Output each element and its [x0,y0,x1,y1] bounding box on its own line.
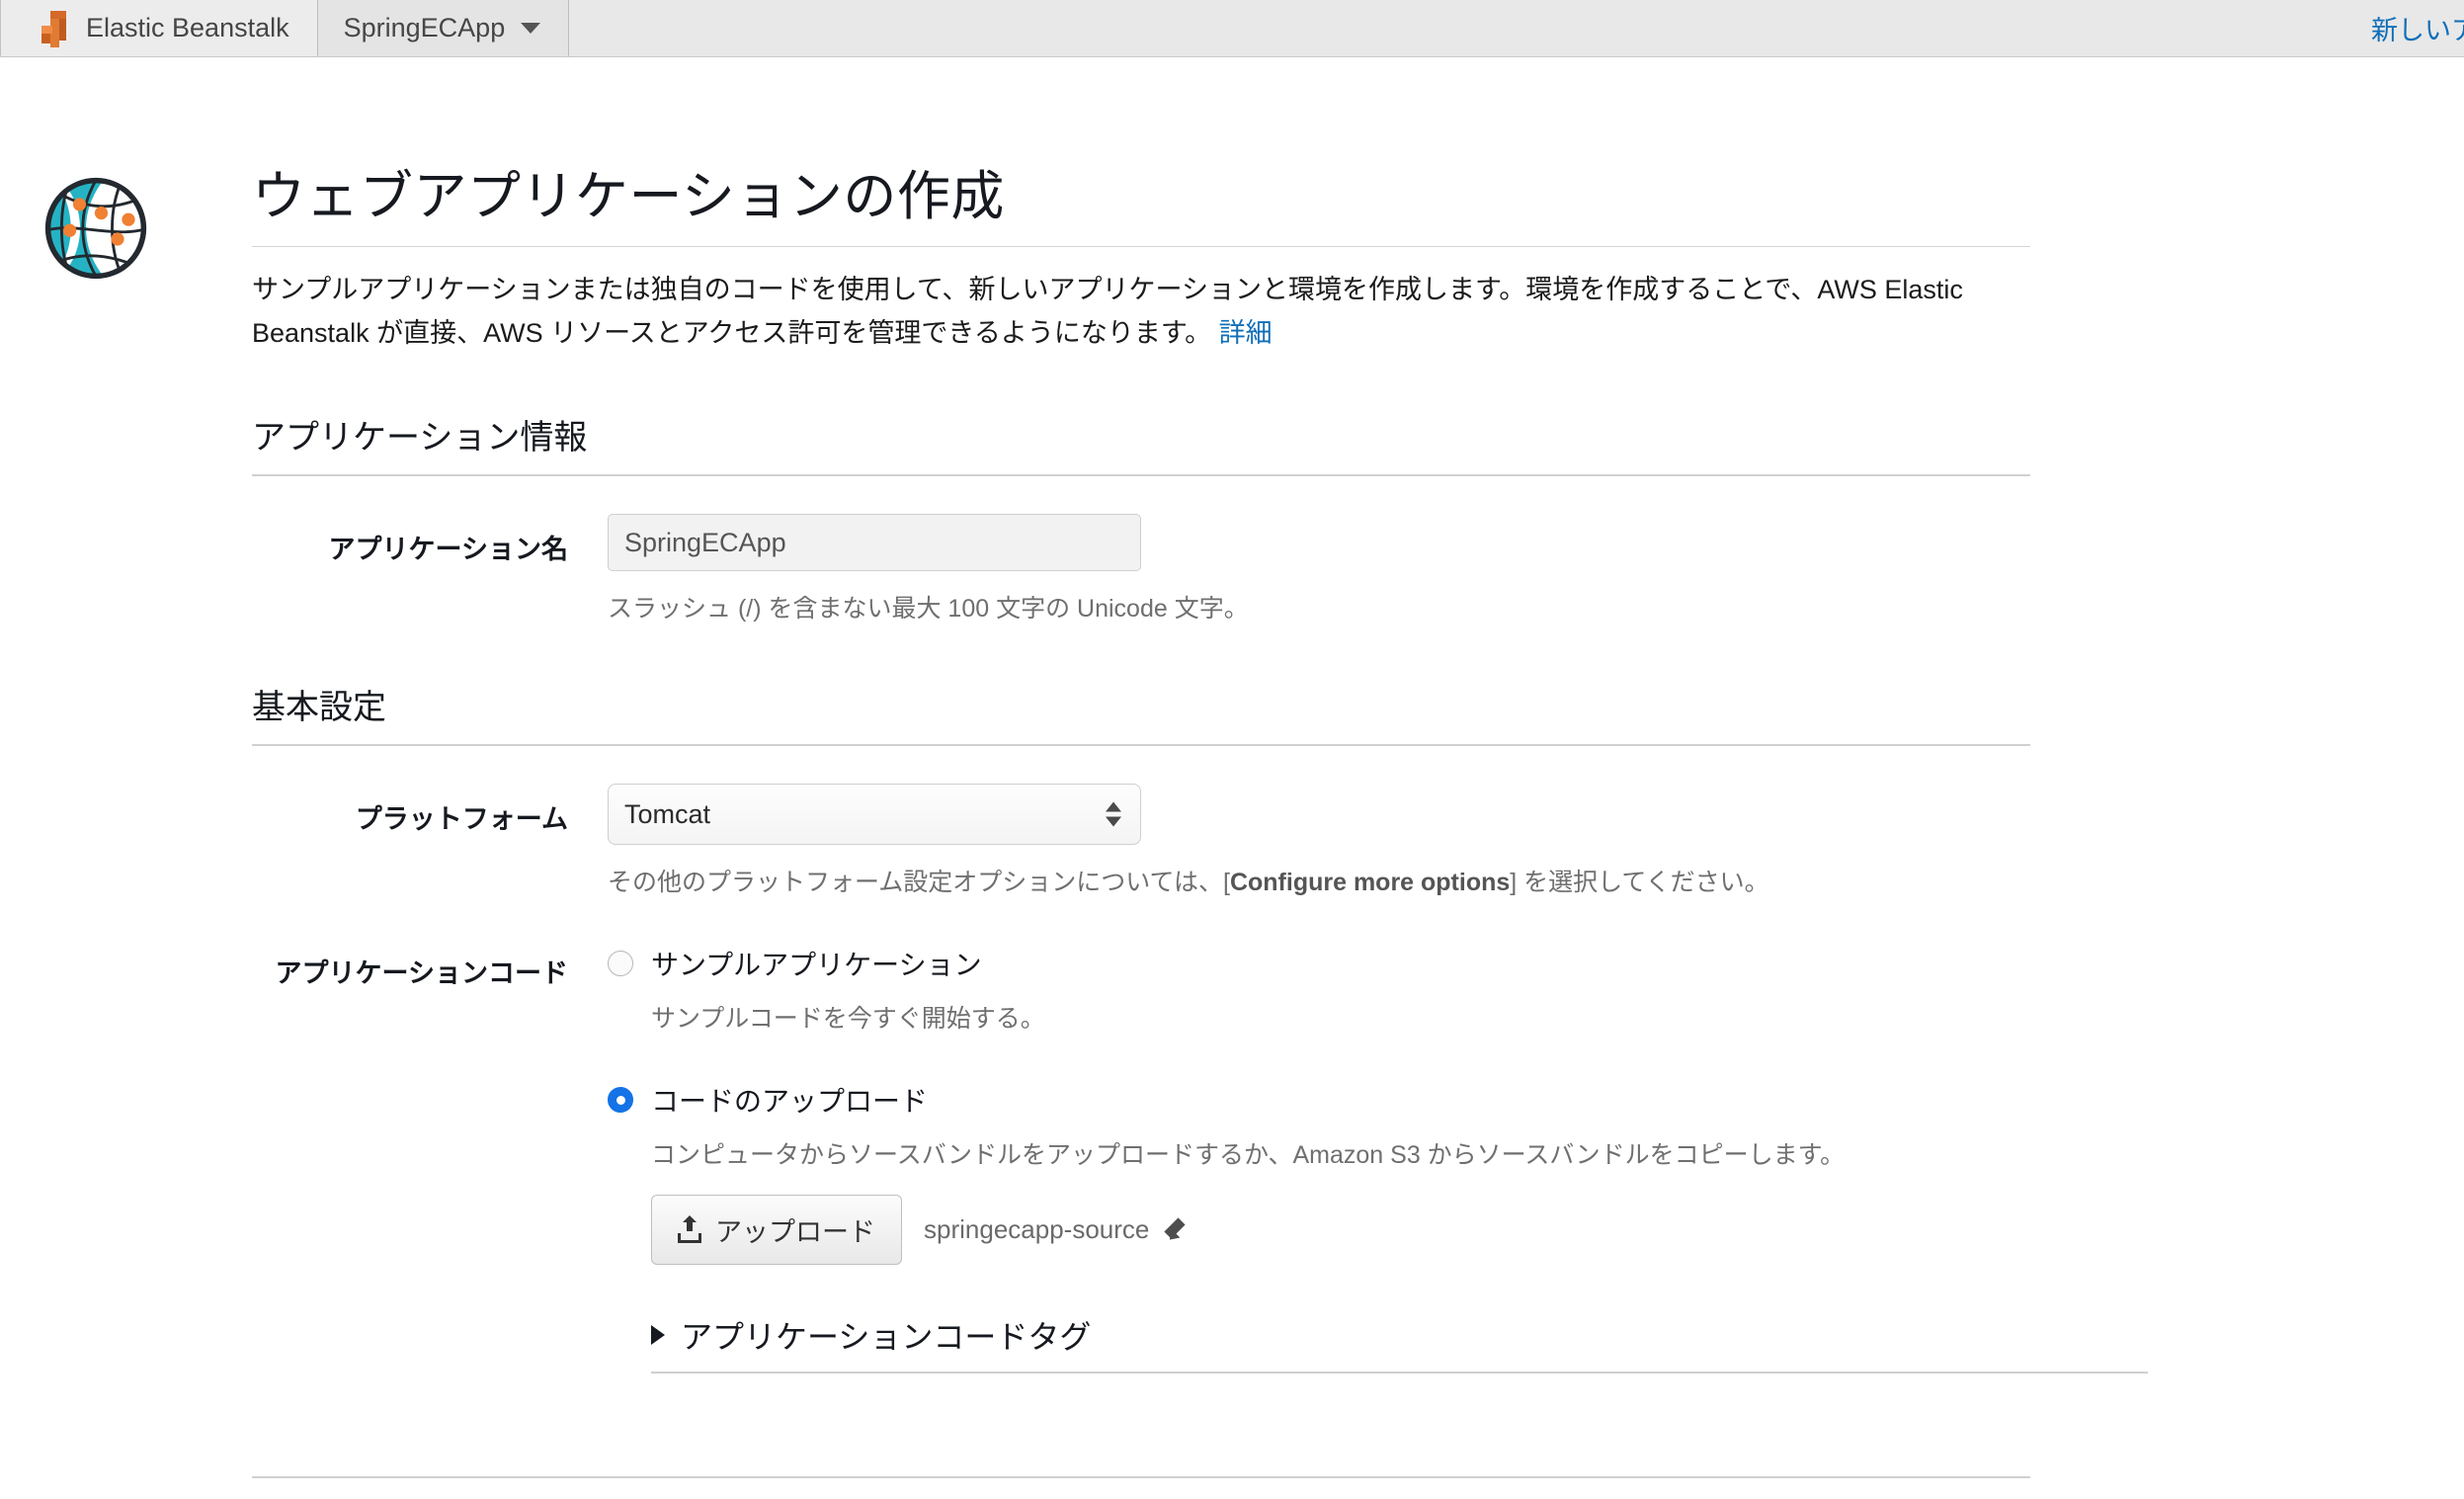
field-application-name: アプリケーション名 スラッシュ (/) を含まない最大 100 文字の Unic… [252,514,2464,625]
application-code-label: アプリケーションコード [275,958,568,989]
platform-select-value: Tomcat [624,798,711,829]
section-basic-settings: 基本設定 プラットフォーム Tomcat その他のプラットフォーム設定オプション… [252,680,2464,1374]
pencil-icon[interactable] [1163,1216,1191,1245]
platform-select-wrapper: Tomcat [608,784,1141,846]
nav-tab-springecapp[interactable]: SpringECApp [317,0,570,56]
uploaded-filename-group: springecapp-source [924,1214,1191,1245]
page-title: ウェブアプリケーションの作成 [252,167,1005,226]
section-title-application-info: アプリケーション情報 [252,419,588,458]
application-code-tags-toggle[interactable]: アプリケーションコードタグ [651,1312,2148,1372]
globe-network-icon [44,177,147,280]
application-name-input[interactable] [608,514,1141,572]
radio-option-sample-application: サンプルアプリケーション サンプルコードを今すぐ開始する。 [608,944,2464,1035]
radio-line-sample-application[interactable]: サンプルアプリケーション [608,944,2464,983]
upload-button-label: アップロード [715,1217,875,1248]
platform-select[interactable]: Tomcat [608,784,1141,846]
platform-help-post: ] を選択してください。 [1510,869,1769,897]
top-navigation-bar: Elastic Beanstalk SpringECApp 新しいア [0,0,2464,57]
new-application-link[interactable]: 新しいア [2371,9,2464,47]
topbar-right-group: 新しいア [2371,0,2464,56]
radio-label-upload-code: コードのアップロード [651,1086,929,1118]
radio-option-upload-code: コードのアップロード コンピュータからソースバンドルをアップロードするか、Ama… [608,1080,2464,1374]
section-application-info: アプリケーション情報 アプリケーション名 スラッシュ (/) を含まない最大 1… [252,410,2464,625]
page-intro-text: サンプルアプリケーションまたは独自のコードを使用して、新しいアプリケーションと環… [252,275,1963,348]
upload-row: アップロード springecapp-source [651,1195,2464,1266]
page-content: ウェブアプリケーションの作成 サンプルアプリケーションまたは独自のコードを使用し… [0,57,2464,1499]
radio-button-sample-application[interactable] [608,951,633,977]
page-header: ウェブアプリケーションの作成 サンプルアプリケーションまたは独自のコードを使用し… [252,57,2030,355]
nav-tab-label-app: SpringECApp [343,13,506,42]
section-title-basic-settings: 基本設定 [252,689,386,727]
section-divider-basic-settings [252,744,2030,747]
upload-icon [678,1214,701,1243]
platform-help: その他のプラットフォーム設定オプションについては、[Configure more… [608,863,2464,898]
triangle-right-icon [651,1325,665,1346]
page-intro: サンプルアプリケーションまたは独自のコードを使用して、新しいアプリケーションと環… [252,269,2030,355]
title-divider [252,246,2030,247]
footer-actions: キャンセル より多くのオプションの設定 アプリケーションの作成 [252,1478,2030,1499]
radio-help-sample-application: サンプルコードを今すぐ開始する。 [651,1005,1045,1034]
platform-label: プラットフォーム [355,804,568,835]
radio-button-upload-code[interactable] [608,1087,633,1114]
field-application-code: アプリケーションコード サンプルアプリケーション サンプルコードを今すぐ開始する… [252,944,2464,1374]
radio-help-upload-code: コンピュータからソースバンドルをアップロードするか、Amazon S3 からソー… [651,1141,1846,1170]
application-code-tags-label: アプリケーションコードタグ [681,1319,1092,1356]
uploaded-filename: springecapp-source [924,1214,1150,1245]
section-divider-application-info [252,474,2030,477]
chevron-down-icon [521,23,541,34]
elastic-beanstalk-logo-icon [41,10,70,47]
radio-line-upload-code[interactable]: コードのアップロード [608,1080,2464,1120]
learn-more-link[interactable]: 詳細 [1219,318,1273,348]
platform-help-bold: Configure more options [1229,869,1511,897]
application-code-tags-expander: アプリケーションコードタグ [651,1312,2148,1374]
radio-label-sample-application: サンプルアプリケーション [651,950,982,981]
field-platform: プラットフォーム Tomcat その他のプラットフォーム設定オプションについては… [252,784,2464,898]
application-name-help: スラッシュ (/) を含まない最大 100 文字の Unicode 文字。 [608,595,1249,624]
application-name-label: アプリケーション名 [328,535,568,565]
nav-tab-elastic-beanstalk[interactable]: Elastic Beanstalk [0,0,318,56]
upload-button[interactable]: アップロード [651,1195,902,1266]
nav-tab-label-service: Elastic Beanstalk [86,13,289,42]
application-code-tags-divider [651,1372,2148,1374]
platform-help-pre: その他のプラットフォーム設定オプションについては、[ [608,869,1230,897]
